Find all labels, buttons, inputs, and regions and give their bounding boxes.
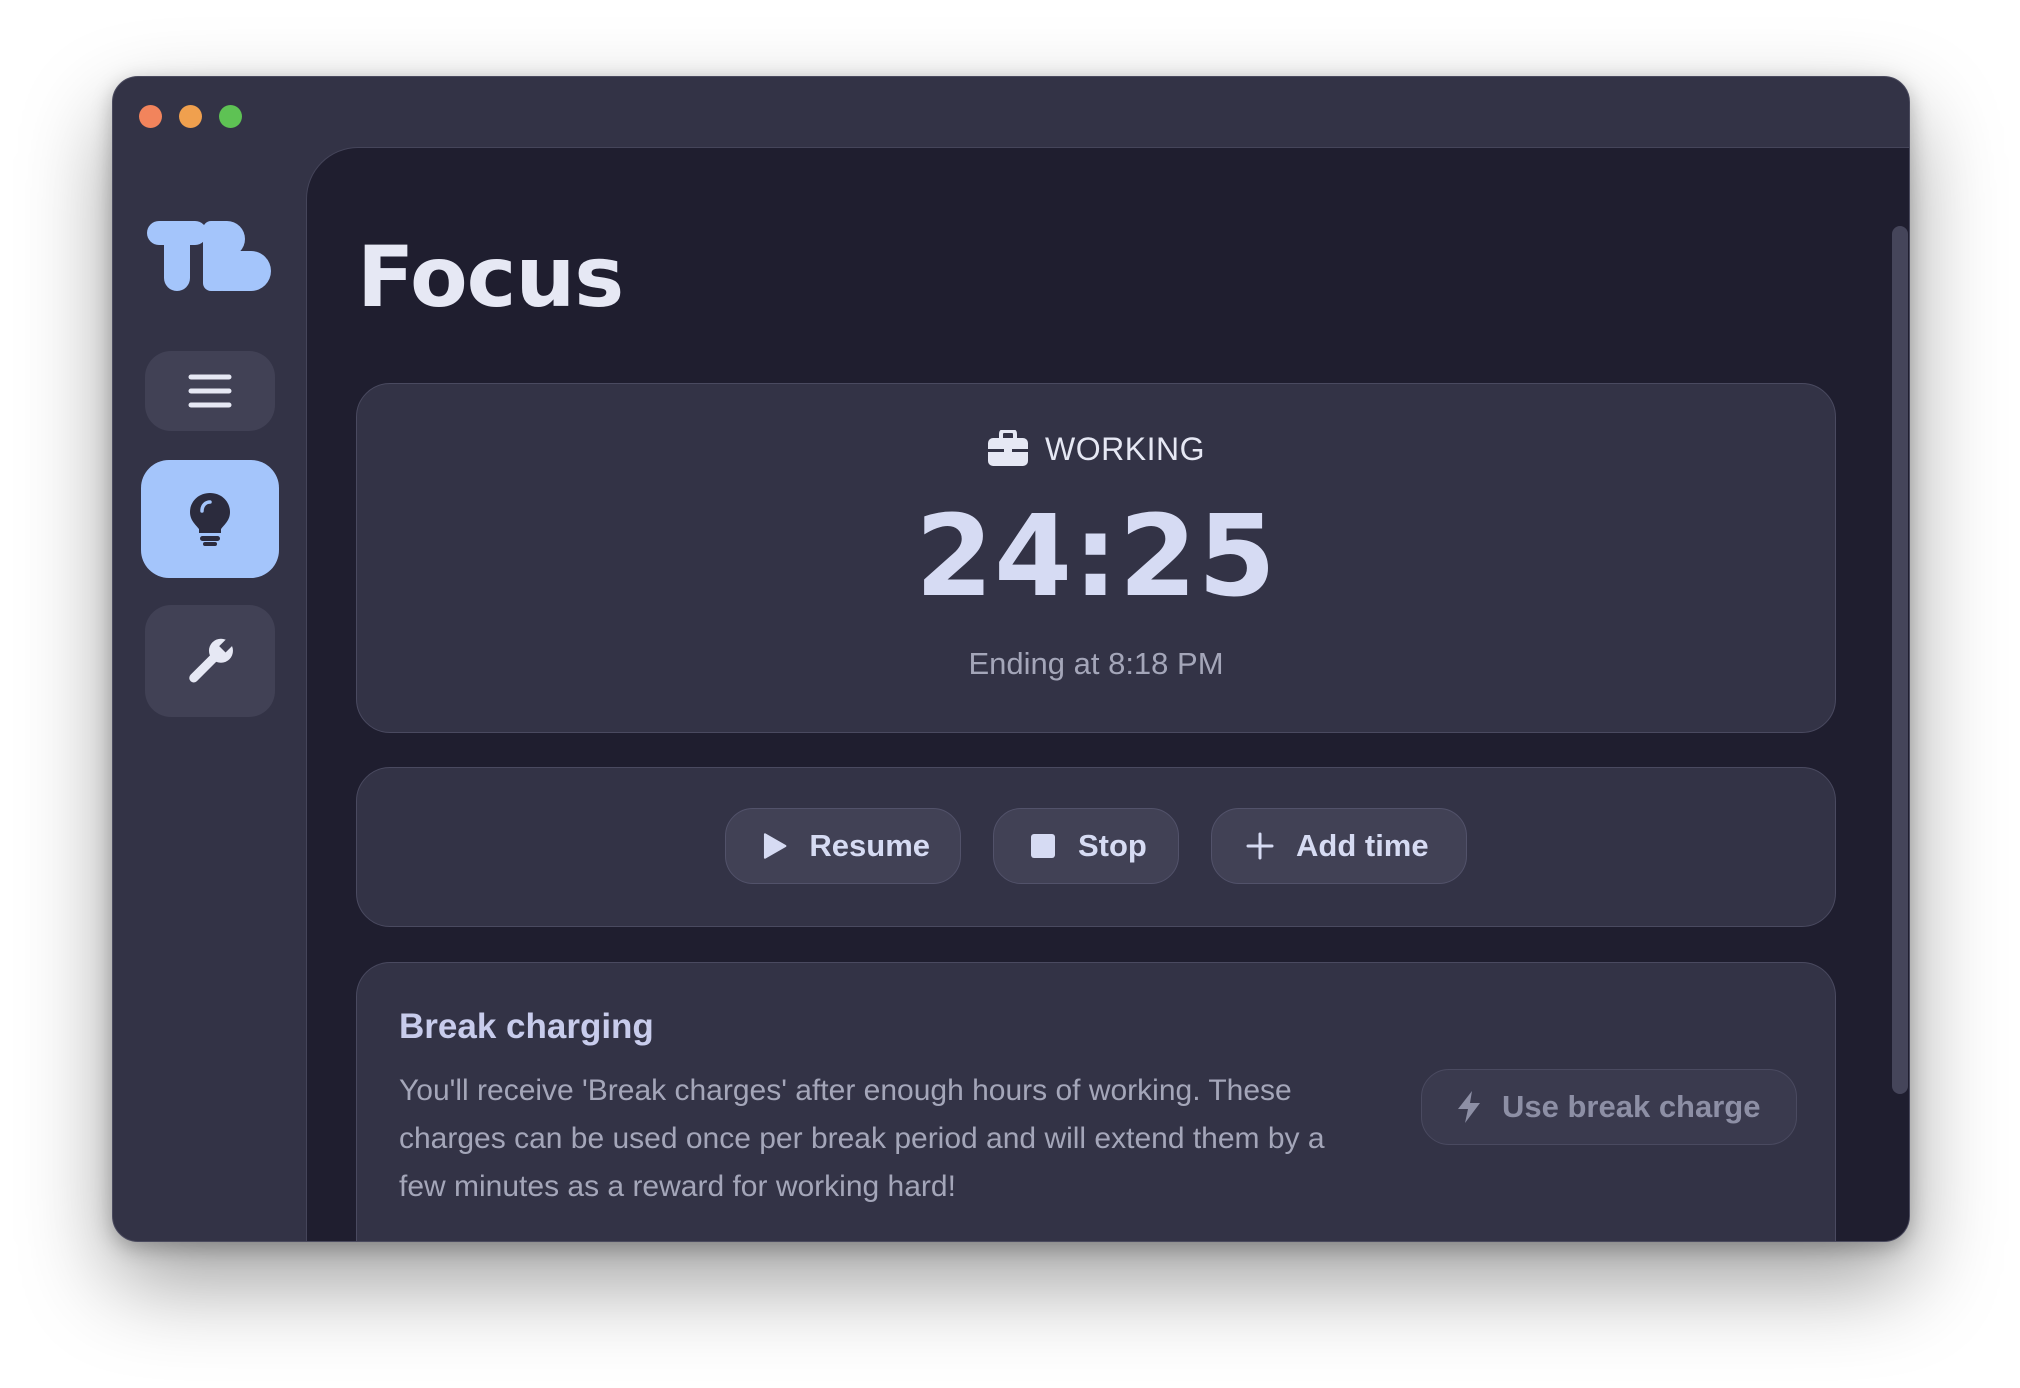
- break-charging-title: Break charging: [399, 1007, 654, 1046]
- briefcase-icon: [988, 430, 1029, 466]
- add-time-button[interactable]: Add time: [1211, 808, 1467, 884]
- sidebar-item-settings[interactable]: [145, 605, 275, 717]
- timer-controls-card: Resume Stop Add time: [356, 767, 1836, 927]
- plus-icon: [1246, 832, 1274, 860]
- wrench-icon: [189, 636, 235, 683]
- main-content: Focus WORKING 24:25 Ending at 8:18 PM Re…: [306, 147, 1909, 1241]
- timer-ending-time: Ending at 8:18 PM: [968, 646, 1224, 681]
- break-charging-description: You'll receive 'Break charges' after eno…: [399, 1074, 1325, 1203]
- tb-logo-icon: [147, 221, 271, 291]
- page-title: Focus: [357, 228, 624, 326]
- timer-controls: Resume Stop Add time: [357, 808, 1835, 884]
- app-window: Focus WORKING 24:25 Ending at 8:18 PM Re…: [112, 76, 1910, 1242]
- stop-button-label: Stop: [1078, 828, 1147, 863]
- timer-status-label: WORKING: [1045, 430, 1205, 467]
- resume-button[interactable]: Resume: [725, 808, 961, 884]
- timer-value: 24:25: [915, 492, 1277, 622]
- sidebar-item-menu[interactable]: [145, 351, 275, 431]
- hamburger-menu-icon: [188, 374, 232, 408]
- scrollbar-thumb[interactable]: [1892, 226, 1908, 1094]
- play-icon: [763, 833, 787, 859]
- app-logo: [145, 215, 273, 295]
- stop-button[interactable]: Stop: [993, 808, 1179, 884]
- window-close-button[interactable]: [139, 105, 162, 128]
- sidebar-item-focus[interactable]: [141, 460, 279, 578]
- use-break-charge-button[interactable]: Use break charge: [1421, 1069, 1797, 1145]
- timer-status: WORKING: [357, 430, 1835, 468]
- window-minimize-button[interactable]: [179, 105, 202, 128]
- window-maximize-button[interactable]: [219, 105, 242, 128]
- lightbulb-icon: [190, 493, 230, 546]
- use-break-charge-label: Use break charge: [1502, 1089, 1761, 1124]
- timer-card: WORKING 24:25 Ending at 8:18 PM: [356, 383, 1836, 733]
- resume-button-label: Resume: [809, 828, 930, 863]
- stop-icon: [1031, 834, 1055, 858]
- lightning-bolt-icon: [1458, 1091, 1480, 1123]
- break-charging-card: Break charging You'll receive 'Break cha…: [356, 962, 1836, 1241]
- add-time-button-label: Add time: [1296, 828, 1429, 863]
